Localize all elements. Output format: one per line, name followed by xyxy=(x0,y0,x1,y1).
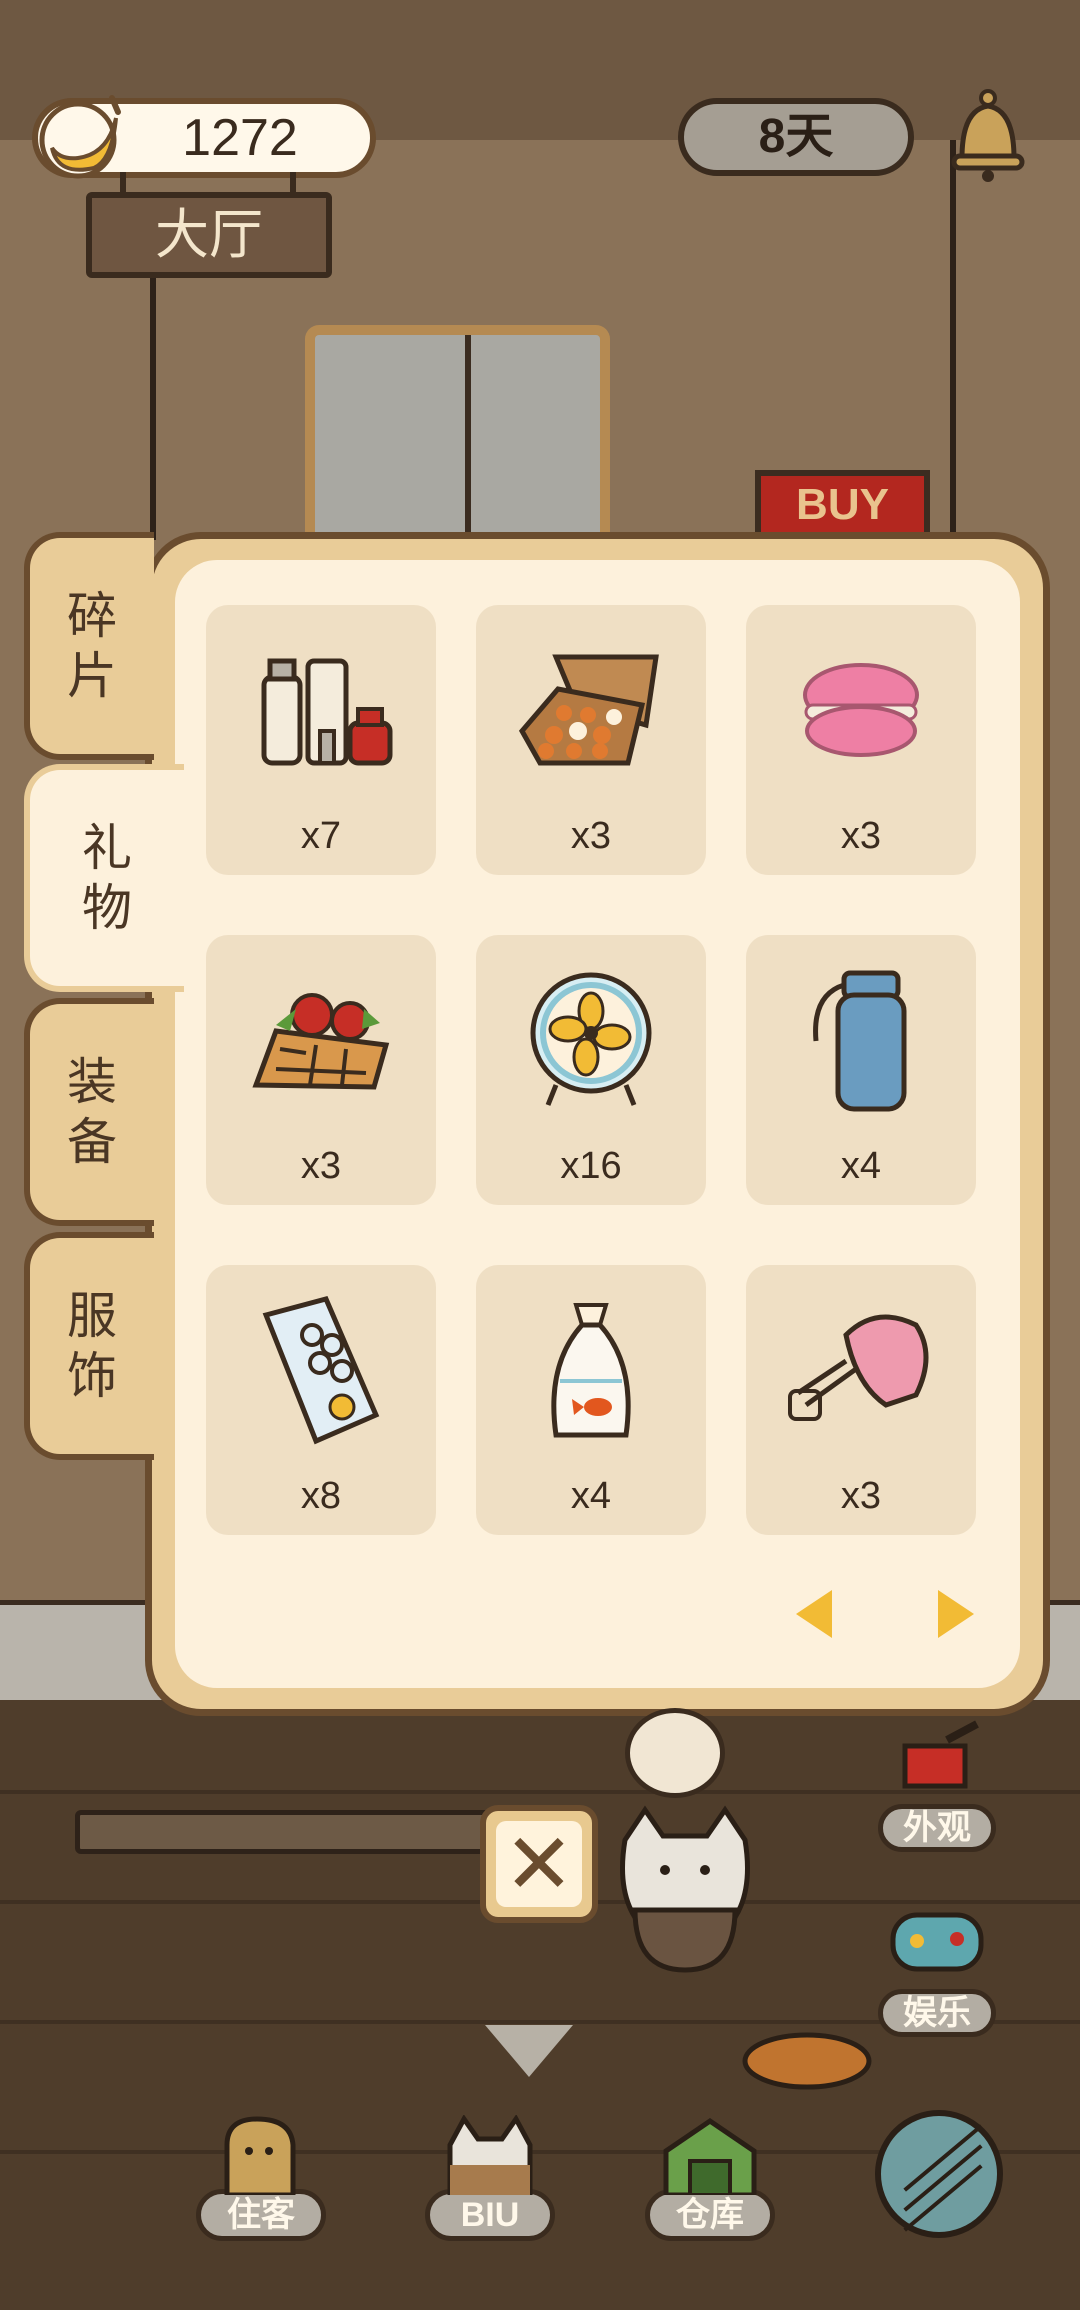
item-quantity: x8 xyxy=(300,1475,342,1517)
macaron-icon xyxy=(803,663,919,757)
desk-fan-icon xyxy=(530,972,652,1106)
inventory-item[interactable]: x7 xyxy=(206,605,436,875)
tab-label: 碎片 xyxy=(67,588,117,704)
inventory-item[interactable]: x3 xyxy=(476,605,706,875)
item-quantity: x3 xyxy=(570,815,612,857)
buy-sign: BUY xyxy=(755,470,930,540)
inventory-item[interactable]: x8 xyxy=(206,1265,436,1535)
day-counter: 8天 xyxy=(678,98,914,176)
close-icon: ✕ xyxy=(496,1821,582,1907)
close-button[interactable]: ✕ xyxy=(480,1805,598,1923)
water-bottle-icon xyxy=(813,970,907,1112)
item-quantity: x3 xyxy=(300,1145,342,1187)
guests-label: 住客 xyxy=(196,2189,326,2241)
nav-biu[interactable]: BIU xyxy=(425,2114,555,2241)
inventory-item[interactable]: x16 xyxy=(476,935,706,1205)
milk-carton-icon xyxy=(262,1296,380,1445)
warehouse-icon xyxy=(660,2115,760,2198)
inventory-item[interactable]: x4 xyxy=(746,935,976,1205)
bell-icon[interactable] xyxy=(948,88,1028,184)
bench xyxy=(75,1810,515,1854)
speech-bubble xyxy=(625,1708,725,1798)
sign-pole xyxy=(150,270,156,540)
guests-icon xyxy=(211,2115,311,2198)
appearance-button[interactable]: 外观 xyxy=(878,1720,996,1852)
entertainment-button[interactable]: 娱乐 xyxy=(878,1905,996,2037)
goldfish-bag-icon xyxy=(551,1303,631,1438)
item-quantity: x3 xyxy=(840,815,882,857)
gamepad-icon xyxy=(887,1905,987,1985)
item-quantity: x16 xyxy=(560,1145,622,1187)
prev-page-arrow[interactable] xyxy=(796,1590,832,1638)
strawberry-waffle-icon xyxy=(252,993,390,1090)
entertainment-label: 娱乐 xyxy=(878,1989,996,2037)
item-quantity: x4 xyxy=(570,1475,612,1517)
tab-label: 服饰 xyxy=(67,1288,117,1404)
inventory-item[interactable]: x3 xyxy=(206,935,436,1205)
chocolate-box-icon xyxy=(518,654,659,766)
cat-character[interactable] xyxy=(605,1800,765,1980)
collapse-arrow[interactable] xyxy=(485,2025,573,2077)
banana-coin-icon xyxy=(39,95,121,179)
cat-face-icon xyxy=(440,2114,540,2198)
coin-value: 1272 xyxy=(182,109,298,167)
inventory-item[interactable]: x3 xyxy=(746,605,976,875)
tab-label: 礼物 xyxy=(82,820,132,936)
cushion xyxy=(742,2032,872,2090)
item-quantity: x4 xyxy=(840,1145,882,1187)
item-quantity: x7 xyxy=(300,815,342,857)
inventory-item[interactable]: x4 xyxy=(476,1265,706,1535)
skincare-set-icon xyxy=(261,658,393,766)
tab-fragments[interactable]: 碎片 xyxy=(24,532,154,760)
item-quantity: x3 xyxy=(840,1475,882,1517)
nav-warehouse[interactable]: 仓库 xyxy=(645,2115,775,2241)
wall-pole xyxy=(950,140,956,560)
appearance-label: 外观 xyxy=(878,1804,996,1852)
tab-equipment[interactable]: 装备 xyxy=(24,998,154,1226)
warehouse-label: 仓库 xyxy=(645,2189,775,2241)
paint-roller-icon xyxy=(887,1720,987,1800)
yarn-strand xyxy=(903,2124,983,2192)
room-name-sign: 大厅 xyxy=(86,192,332,278)
yarn-ball-button[interactable] xyxy=(875,2110,1003,2238)
tab-label: 装备 xyxy=(67,1054,117,1170)
nav-guests[interactable]: 住客 xyxy=(196,2115,326,2241)
biu-label: BIU xyxy=(425,2189,555,2241)
inventory-item[interactable]: x3 xyxy=(746,1265,976,1535)
tab-gifts[interactable]: 礼物 xyxy=(24,764,184,992)
next-page-arrow[interactable] xyxy=(938,1590,974,1638)
tab-clothing[interactable]: 服饰 xyxy=(24,1232,154,1460)
hand-mixer-icon xyxy=(788,1314,929,1421)
